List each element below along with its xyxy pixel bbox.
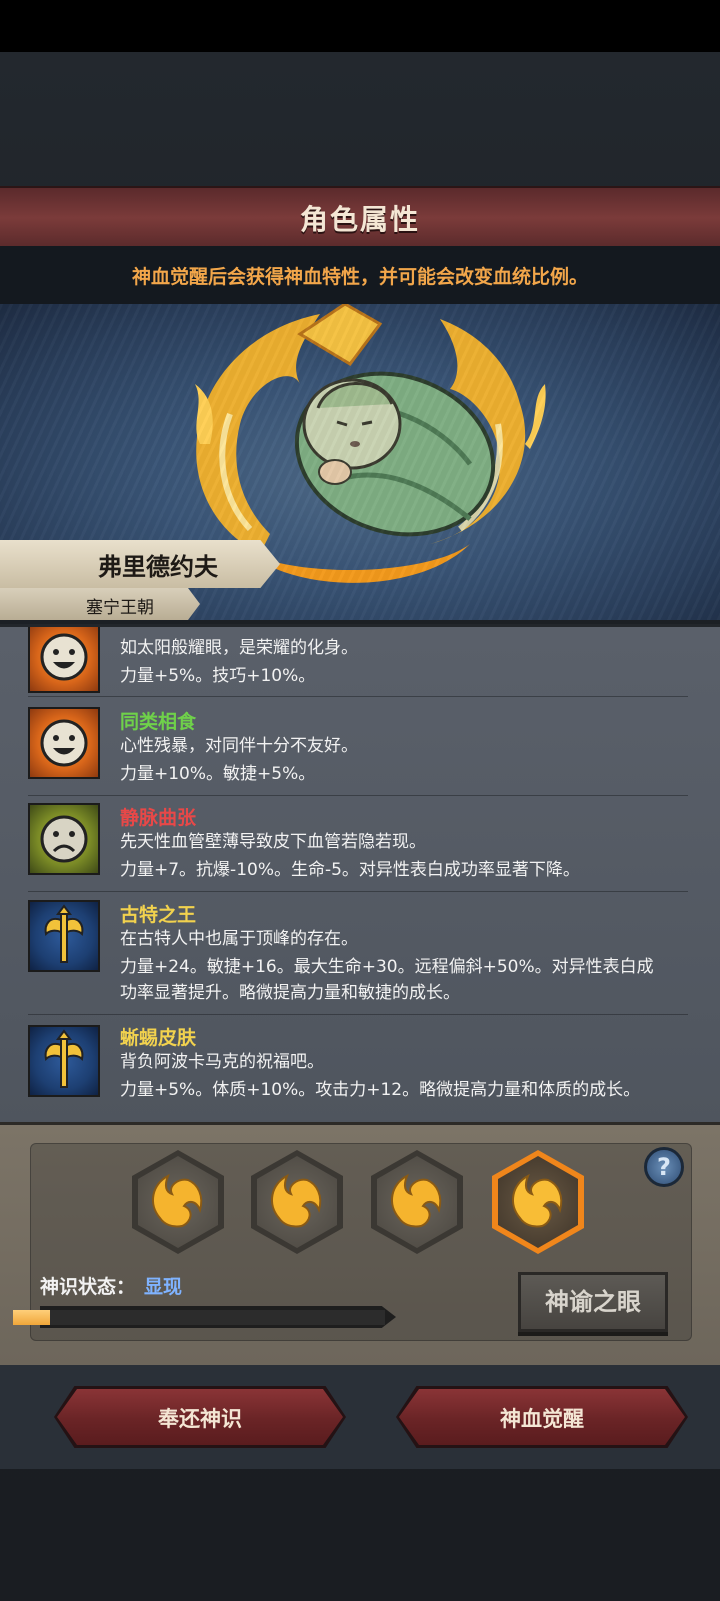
trait-effects: 力量+5%。体质+10%。攻击力+12。略微提高力量和体质的成长。 [120, 1080, 641, 1100]
divider [28, 891, 688, 892]
divine-status-value: 显现 [144, 1276, 183, 1298]
trait-name: 蜥蜴皮肤 [120, 1027, 197, 1049]
trait-name: 古特之王 [120, 904, 197, 926]
trait-name: 静脉曲张 [120, 807, 197, 829]
divine-progress-fill [13, 1310, 50, 1325]
trait-description: 先天性血管壁薄导致皮下血管若隐若现。 [120, 832, 426, 852]
happy-face-icon [28, 707, 100, 779]
page-subtitle: 神血觉醒后会获得神血特性，并可能会改变血统比例。 [131, 266, 588, 288]
trait-effects: 力量+7。抗爆-10%。生命-5。对异性表白成功率显著下降。 [120, 860, 580, 880]
trait-effects: 功率显著提升。略微提高力量和敏捷的成长。 [120, 983, 460, 1003]
trait-name: 同类相食 [120, 711, 197, 733]
divine-status-label: 神识状态： [40, 1276, 136, 1298]
trait-effects: 力量+24。敏捷+16。最大生命+30。远程偏斜+50%。对异性表白成 [120, 957, 654, 977]
trait-effects: 力量+10%。敏捷+5%。 [120, 764, 316, 784]
divine-progress-background [13, 1310, 385, 1325]
divider [28, 795, 688, 796]
flame-ring-icon [271, 1173, 322, 1228]
flame-ring-icon [152, 1173, 203, 1228]
divider [28, 696, 688, 697]
character-name: 弗里德约夫 [98, 553, 218, 581]
flame-ring-icon [512, 1173, 563, 1228]
trait-description: 如太阳般耀眼，是荣耀的化身。 [120, 638, 358, 658]
return-divine-label[interactable]: 奉还神识 [57, 1403, 343, 1433]
axe-icon [28, 1025, 100, 1097]
page-title: 角色属性 [299, 203, 420, 236]
trait-effects: 力量+5%。技巧+10%。 [120, 666, 316, 686]
blood-awaken-label[interactable]: 神血觉醒 [399, 1403, 685, 1433]
happy-face-icon [28, 627, 100, 693]
oracle-eye-button[interactable]: 神谕之眼 [518, 1272, 668, 1332]
dynasty-name: 塞宁王朝 [86, 598, 154, 618]
axe-icon [28, 900, 100, 972]
trait-description: 背负阿波卡马克的祝福吧。 [120, 1052, 324, 1072]
traits-list[interactable]: 如太阳般耀眼，是荣耀的化身。 力量+5%。技巧+10%。 同类相食 心性残暴，对… [0, 624, 720, 1125]
divider [28, 1014, 688, 1015]
help-button[interactable]: ? [644, 1147, 684, 1187]
flame-ring-icon [391, 1173, 442, 1228]
sad-face-icon [28, 803, 100, 875]
trait-description: 在古特人中也属于顶峰的存在。 [120, 929, 358, 949]
status-bar-area [0, 0, 720, 52]
trait-description: 心性残暴，对同伴十分不友好。 [120, 736, 358, 756]
